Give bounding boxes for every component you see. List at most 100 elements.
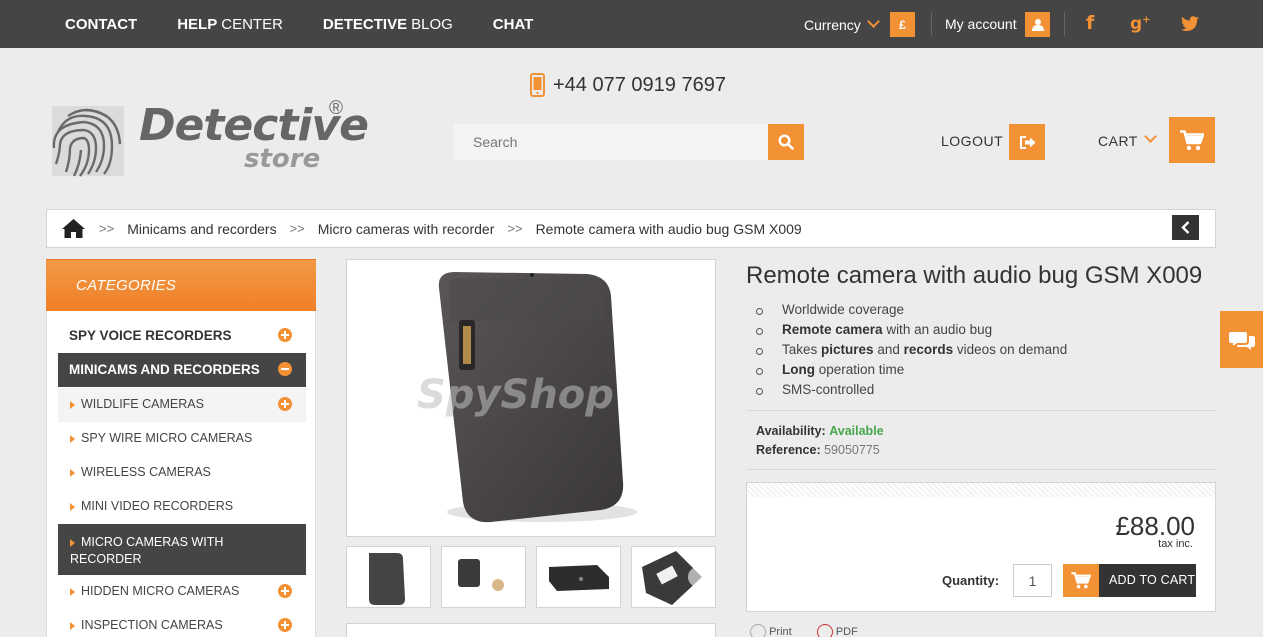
image-watermark: SpyShop (417, 372, 614, 418)
product-thumbnail-3[interactable] (536, 546, 621, 608)
thumbnail-image (369, 553, 405, 605)
caret-right-icon (70, 588, 75, 596)
reference-label: Reference: (756, 443, 821, 457)
cart-link[interactable]: CART (1098, 133, 1138, 149)
expand-icon[interactable] (278, 397, 292, 411)
availability-info: Availability: Available Reference: 59050… (756, 424, 884, 457)
caret-right-icon (70, 622, 75, 630)
expand-icon[interactable] (278, 618, 292, 632)
product-thumbnail-2[interactable] (441, 546, 526, 608)
category-label: INSPECTION CAMERAS (81, 618, 223, 632)
user-icon[interactable] (1025, 12, 1050, 37)
top-nav: CONTACT HELP CENTER DETECTIVE BLOG CHAT (65, 0, 573, 48)
product-thumbnail-4[interactable] (631, 546, 716, 608)
twitter-icon[interactable] (1181, 14, 1199, 36)
store-logo[interactable]: Detective store ® (46, 98, 369, 180)
currency-button[interactable]: £ (890, 12, 915, 37)
category-label: MINI VIDEO RECORDERS (81, 499, 234, 513)
chat-bubbles-icon (1228, 331, 1255, 350)
search-icon (778, 134, 794, 150)
nav-detective-blog[interactable]: DETECTIVE BLOG (323, 16, 453, 33)
chevron-down-icon[interactable] (1144, 130, 1157, 143)
category-spy-voice-recorders[interactable]: SPY VOICE RECORDERS (58, 319, 306, 353)
collapse-icon[interactable] (278, 362, 292, 376)
breadcrumb-micro-cameras[interactable]: Micro cameras with recorder (318, 221, 495, 237)
pdf-icon[interactable] (816, 624, 833, 637)
chevron-down-icon[interactable] (867, 15, 880, 28)
category-spy-wire-micro-cameras[interactable]: SPY WIRE MICRO CAMERAS (58, 422, 306, 456)
product-features: Worldwide coverage Remote camera with an… (756, 302, 1067, 402)
thumbnail-image (642, 551, 708, 605)
expand-icon[interactable] (278, 328, 292, 342)
categories-list: SPY VOICE RECORDERS MINICAMS AND RECORDE… (46, 311, 316, 637)
search-button[interactable] (768, 124, 804, 160)
chevron-left-icon (1181, 221, 1190, 234)
category-mini-video-recorders[interactable]: MINI VIDEO RECORDERS (58, 490, 306, 524)
add-to-cart-label: ADD TO CART (1109, 573, 1196, 587)
caret-right-icon (70, 401, 75, 409)
divider (746, 410, 1216, 411)
category-label: MINICAMS AND RECORDERS (69, 362, 260, 377)
search-bar (454, 124, 804, 160)
currency-label[interactable]: Currency (804, 17, 861, 33)
breadcrumb-separator: >> (289, 221, 305, 236)
shopping-cart-icon (1180, 129, 1204, 150)
print-pdf-links: Print PDF (750, 624, 858, 637)
nav-help-center[interactable]: HELP CENTER (177, 16, 283, 33)
my-account-link[interactable]: My account (945, 16, 1017, 32)
category-label: WILDLIFE CAMERAS (81, 397, 204, 411)
registered-mark: ® (329, 98, 343, 119)
category-wildlife-cameras[interactable]: WILDLIFE CAMERAS (58, 388, 306, 422)
buy-box: £88.00 tax inc. Quantity: ADD TO CART (746, 482, 1216, 612)
categories-header: CATEGORIES (46, 259, 316, 311)
add-to-cart-button[interactable]: ADD TO CART (1063, 564, 1196, 597)
product-thumbnail-1[interactable] (346, 546, 431, 608)
nav-chat[interactable]: CHAT (493, 16, 534, 33)
product-title: Remote camera with audio bug GSM X009 (746, 262, 1203, 289)
mobile-phone-icon (530, 73, 545, 97)
sign-out-icon (1019, 135, 1035, 149)
shopping-cart-icon (1063, 564, 1099, 597)
pound-icon: £ (899, 17, 906, 32)
caret-right-icon (70, 539, 75, 547)
pdf-link[interactable]: PDF (836, 626, 858, 637)
category-micro-cameras-with-recorder[interactable]: MICRO CAMERAS WITH RECORDER (58, 524, 306, 575)
category-label: WIRELESS CAMERAS (81, 465, 211, 479)
google-plus-icon[interactable]: g+ (1130, 14, 1151, 34)
availability-status: Available (829, 424, 884, 438)
caret-right-icon (70, 435, 75, 443)
quantity-input[interactable] (1013, 564, 1052, 597)
category-hidden-micro-cameras[interactable]: HIDDEN MICRO CAMERAS (58, 575, 306, 609)
breadcrumb-minicams[interactable]: Minicams and recorders (127, 221, 276, 237)
print-link[interactable]: Print (769, 626, 792, 637)
print-icon[interactable] (750, 624, 766, 637)
product-info-tabs (346, 623, 716, 637)
expand-icon[interactable] (278, 584, 292, 598)
home-icon[interactable] (62, 219, 85, 238)
product-main-image[interactable]: SpyShop (346, 259, 716, 537)
logout-button[interactable] (1009, 124, 1045, 160)
divider (931, 12, 932, 36)
thumbnail-image (549, 565, 609, 591)
category-inspection-cameras[interactable]: INSPECTION CAMERAS (58, 609, 306, 637)
category-minicams-and-recorders[interactable]: MINICAMS AND RECORDERS (58, 353, 306, 387)
chat-side-button[interactable] (1220, 311, 1263, 368)
logo-subtitle: store (244, 144, 321, 174)
facebook-icon[interactable]: f (1086, 12, 1094, 34)
breadcrumb-items: >> Minicams and recorders >> Micro camer… (99, 221, 802, 237)
logout-link[interactable]: LOGOUT (941, 133, 1003, 149)
search-input[interactable] (454, 124, 768, 160)
nav-contact[interactable]: CONTACT (65, 16, 137, 33)
breadcrumb-separator: >> (507, 221, 523, 236)
divider (746, 469, 1216, 470)
phone-number: +44 077 0919 7697 (553, 73, 726, 96)
category-wireless-cameras[interactable]: WIRELESS CAMERAS (58, 456, 306, 490)
category-label: HIDDEN MICRO CAMERAS (81, 584, 240, 598)
top-bar: CONTACT HELP CENTER DETECTIVE BLOG CHAT Cu… (0, 0, 1263, 48)
tax-note: tax inc. (1158, 538, 1193, 550)
back-button[interactable] (1172, 215, 1199, 240)
category-label: SPY WIRE MICRO CAMERAS (81, 431, 253, 445)
cart-button[interactable] (1169, 117, 1215, 163)
quantity-label: Quantity: (942, 573, 1000, 588)
caret-right-icon (70, 503, 75, 511)
